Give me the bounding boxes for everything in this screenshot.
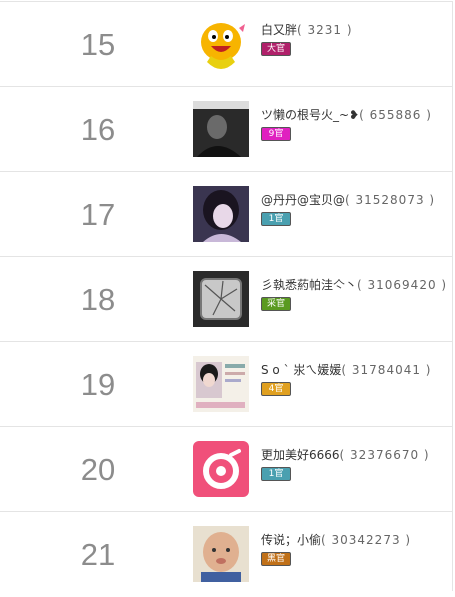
user-name[interactable]: 彡執悉葯帕洼亽丶( 31069420 ) <box>261 276 447 293</box>
rank-number: 16 <box>80 112 116 147</box>
level-badge: 1官 <box>261 212 291 226</box>
photo-card-icon[interactable] <box>193 356 249 412</box>
pink-ring-app-icon[interactable] <box>193 441 249 497</box>
level-badge: 9官 <box>261 127 291 141</box>
girl-photo-icon[interactable] <box>193 186 249 242</box>
rank-number: 19 <box>80 367 116 402</box>
list-item: 17 @丹丹@宝贝@( 31528073 ) 1官 <box>0 171 453 256</box>
rank-number: 15 <box>80 27 116 62</box>
user-id: ( 3231 ) <box>297 23 353 37</box>
level-badge: 大官 <box>261 42 291 56</box>
user-id: ( 32376670 ) <box>339 448 430 462</box>
qq-penguin-icon[interactable] <box>193 16 249 72</box>
level-badge: 4官 <box>261 382 291 396</box>
user-id: ( 31784041 ) <box>341 363 432 377</box>
list-item: 19 S o ` 汖ㄟ媛媛( 31784041 ) 4官 <box>0 341 453 426</box>
rank-number: 18 <box>80 282 116 317</box>
user-name[interactable]: ツ懒の根号火_~❥( 655886 ) <box>261 106 432 123</box>
user-id: ( 31069420 ) <box>357 278 448 292</box>
rank-number: 17 <box>80 197 116 232</box>
list-item: 16 ツ懒の根号火_~❥( 655886 ) 9官 <box>0 86 453 171</box>
list-item: 18 彡執悉葯帕洼亽丶( 31069420 ) 采官 <box>0 256 453 341</box>
cracked-glass-icon[interactable] <box>193 271 249 327</box>
user-name[interactable]: 传说；小偷( 30342273 ) <box>261 531 411 548</box>
user-name[interactable]: 更加美好6666( 32376670 ) <box>261 446 430 463</box>
dark-photo-icon[interactable] <box>193 101 249 157</box>
user-name[interactable]: S o ` 汖ㄟ媛媛( 31784041 ) <box>261 361 431 378</box>
user-name[interactable]: @丹丹@宝贝@( 31528073 ) <box>261 191 435 208</box>
user-id: ( 655886 ) <box>359 108 432 122</box>
user-name[interactable]: 白又胖( 3231 ) <box>261 21 353 38</box>
user-id: ( 30342273 ) <box>321 533 412 547</box>
level-badge: 1官 <box>261 467 291 481</box>
rank-number: 20 <box>80 452 116 487</box>
list-item: 21 传说；小偷( 30342273 ) 黑官 <box>0 511 453 591</box>
level-badge: 采官 <box>261 297 291 311</box>
rank-number: 21 <box>80 537 116 572</box>
ranking-list: 15 白又胖( 3231 ) 大官 16 ツ懒の根号火_~❥(655886)… <box>0 0 455 591</box>
level-badge: 黑官 <box>261 552 291 566</box>
list-item: 20 更加美好6666( 32376670 ) 1官 <box>0 426 453 511</box>
user-id: ( 31528073 ) <box>345 193 436 207</box>
baby-photo-icon[interactable] <box>193 526 249 582</box>
list-item: 15 白又胖( 3231 ) 大官 <box>0 1 453 86</box>
